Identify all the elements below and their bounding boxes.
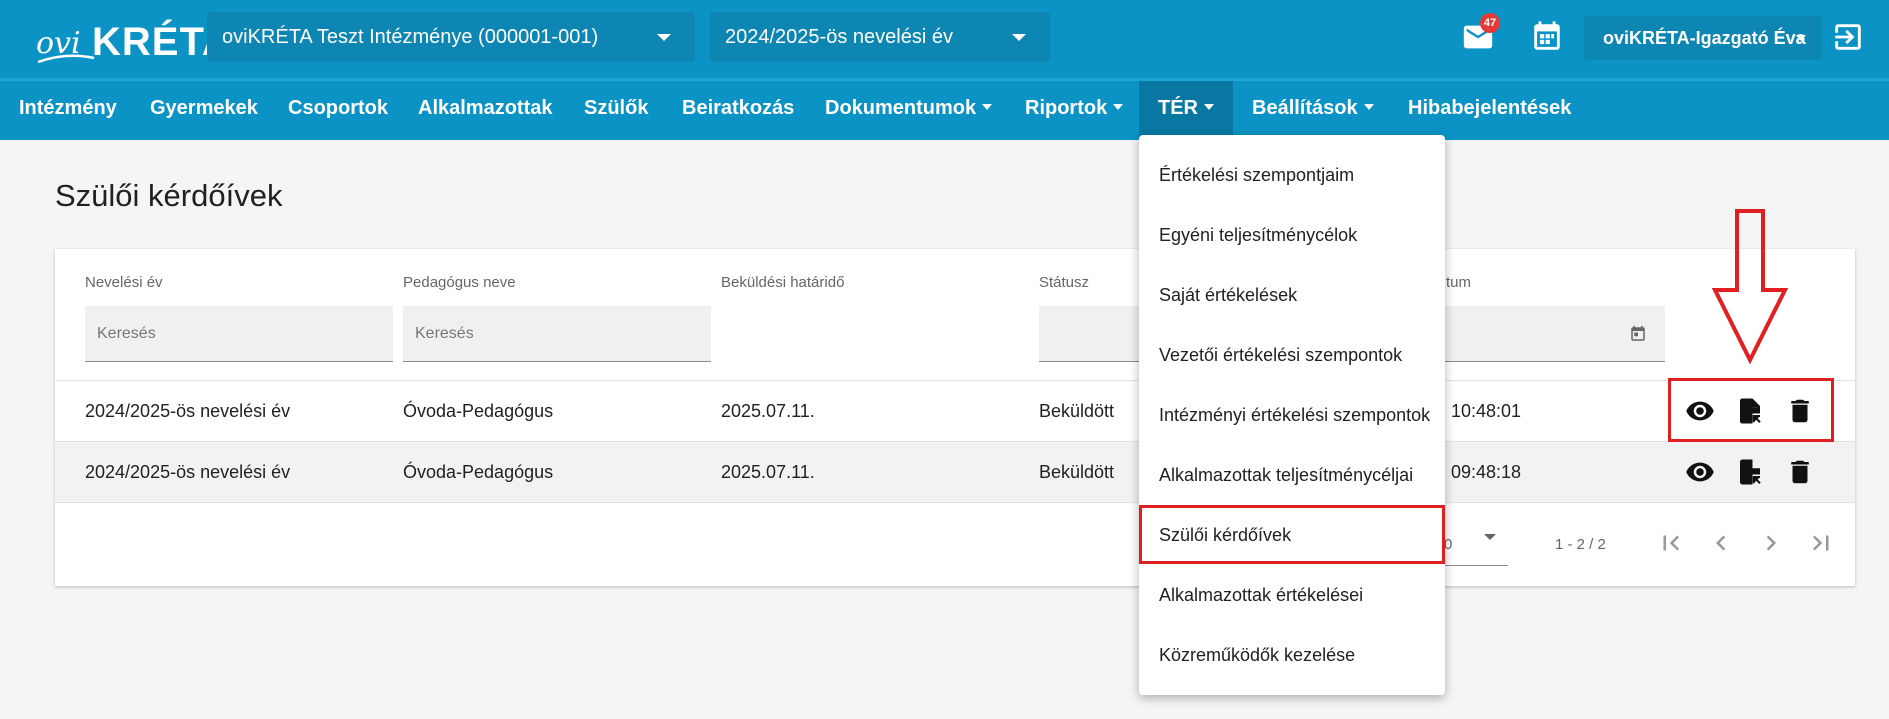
caret-down-icon bbox=[1204, 103, 1214, 110]
caret-down-icon bbox=[1113, 103, 1124, 110]
page-size-select[interactable]: 0 bbox=[1440, 512, 1508, 566]
caret-down-icon bbox=[1363, 103, 1374, 110]
cell-status: Beküldött bbox=[1039, 462, 1115, 482]
nav-item-alkalmazottak[interactable]: Alkalmazottak bbox=[418, 81, 553, 140]
last-page-icon[interactable] bbox=[1806, 528, 1836, 558]
cell-date: . 09:48:18 bbox=[1441, 462, 1522, 482]
nav-label: Hibabejelentések bbox=[1408, 97, 1572, 119]
nav-label: Dokumentumok bbox=[825, 97, 977, 119]
nav-label: Intézmény bbox=[19, 97, 117, 119]
highlight-box-row-actions bbox=[1668, 378, 1834, 442]
menu-item-sajat-ertekelesek[interactable]: Saját értékelések bbox=[1159, 285, 1297, 306]
calendar-icon[interactable] bbox=[1629, 325, 1647, 343]
column-header-year[interactable]: Nevelési év bbox=[85, 274, 163, 291]
table-row[interactable]: 2024/2025-ös nevelési év Óvoda-Pedagógus… bbox=[55, 442, 1855, 502]
previous-page-icon[interactable] bbox=[1706, 528, 1736, 558]
chevron-down-icon bbox=[657, 34, 671, 41]
user-name: oviKRÉTA-Igazgató Éva bbox=[1603, 28, 1806, 48]
chevron-down-icon bbox=[1012, 34, 1026, 41]
column-header-status[interactable]: Státusz bbox=[1039, 274, 1089, 291]
nav-label: Beiratkozás bbox=[682, 97, 795, 119]
menu-item-ertekelesi-szempontjaim[interactable]: Értékelési szempontjaim bbox=[1159, 165, 1354, 186]
first-page-icon[interactable] bbox=[1656, 528, 1686, 558]
column-header-date[interactable]: tum bbox=[1446, 274, 1471, 291]
nav-item-csoportok[interactable]: Csoportok bbox=[288, 81, 388, 140]
page-range: 1 - 2 / 2 bbox=[1555, 536, 1606, 553]
table-row[interactable]: 2024/2025-ös nevelési év Óvoda-Pedagógus… bbox=[55, 381, 1855, 441]
nav-item-riportok[interactable]: Riportok bbox=[1025, 81, 1124, 140]
logout-icon[interactable] bbox=[1831, 20, 1865, 54]
nav-label: Beállítások bbox=[1252, 97, 1358, 119]
year-search-input[interactable]: Keresés bbox=[85, 306, 393, 362]
file-export-icon[interactable] bbox=[1735, 457, 1765, 487]
nav-label: Gyermekek bbox=[150, 97, 258, 119]
cell-teacher: Óvoda-Pedagógus bbox=[403, 462, 554, 482]
main-nav: Intézmény Gyermekek Csoportok Alkalmazot… bbox=[0, 78, 1889, 140]
user-menu[interactable]: oviKRÉTA-Igazgató Éva bbox=[1584, 16, 1822, 60]
cell-status: Beküldött bbox=[1039, 401, 1115, 421]
divider bbox=[55, 502, 1855, 503]
column-header-teacher[interactable]: Pedagógus neve bbox=[403, 274, 516, 291]
year-select-value: 2024/2025-ös nevelési év bbox=[725, 26, 953, 48]
cell-date: . 10:48:01 bbox=[1441, 401, 1522, 421]
delete-icon[interactable] bbox=[1785, 457, 1815, 487]
page-title: Szülői kérdőívek bbox=[55, 178, 283, 213]
nav-label: Riportok bbox=[1025, 97, 1108, 119]
year-select[interactable]: 2024/2025-ös nevelési év bbox=[710, 12, 1050, 62]
status-filter-select[interactable] bbox=[1039, 306, 1149, 362]
menu-item-egyeni-teljesitmenycelok[interactable]: Egyéni teljesítménycélok bbox=[1159, 225, 1357, 246]
cell-deadline: 2025.07.11. bbox=[721, 401, 815, 421]
nav-item-gyermekek[interactable]: Gyermekek bbox=[150, 81, 258, 140]
nav-item-beallitasok[interactable]: Beállítások bbox=[1252, 81, 1374, 140]
logo-swoosh-icon bbox=[37, 54, 95, 64]
cell-year: 2024/2025-ös nevelési év bbox=[85, 462, 291, 482]
teacher-search-input[interactable]: Keresés bbox=[403, 306, 711, 362]
nav-item-dokumentumok[interactable]: Dokumentumok bbox=[825, 81, 993, 140]
page-size-value: 0 bbox=[1444, 536, 1453, 553]
notification-badge: 47 bbox=[1480, 13, 1500, 33]
next-page-icon[interactable] bbox=[1756, 528, 1786, 558]
nav-label: Csoportok bbox=[288, 97, 388, 119]
app-logo[interactable]: ovi KRÉTA bbox=[36, 8, 231, 70]
chevron-down-icon bbox=[1796, 35, 1806, 41]
menu-item-kozremukodok-kezelese[interactable]: Közreműködők kezelése bbox=[1159, 645, 1355, 666]
menu-item-alkalmazottak-teljesitmenycéljai[interactable]: Alkalmazottak teljesítménycéljai bbox=[1159, 465, 1413, 486]
cell-deadline: 2025.07.11. bbox=[721, 462, 815, 482]
eye-icon[interactable] bbox=[1685, 457, 1715, 487]
institution-select-value: oviKRÉTA Teszt Intézménye (000001-001) bbox=[222, 26, 599, 48]
ter-dropdown-menu: Értékelési szempontjaim Egyéni teljesítm… bbox=[1139, 135, 1445, 695]
nav-item-intezmeny[interactable]: Intézmény bbox=[19, 81, 117, 140]
nav-item-hibabejelentesek[interactable]: Hibabejelentések bbox=[1408, 81, 1571, 140]
calendar-icon[interactable] bbox=[1530, 20, 1564, 54]
annotation-arrow-down-icon bbox=[1712, 209, 1788, 364]
menu-item-vezetoi-ertekelesi-szempontok[interactable]: Vezetői értékelési szempontok bbox=[1159, 345, 1402, 366]
date-filter-input[interactable] bbox=[1440, 306, 1665, 362]
caret-down-icon bbox=[982, 103, 993, 110]
nav-label: TÉR bbox=[1158, 97, 1198, 119]
menu-item-intezmenyi-ertekelesi-szempontok[interactable]: Intézményi értékelési szempontok bbox=[1159, 405, 1430, 426]
cell-teacher: Óvoda-Pedagógus bbox=[403, 401, 554, 421]
column-header-deadline[interactable]: Beküldési határidő bbox=[721, 274, 844, 291]
nav-item-szulok[interactable]: Szülők bbox=[584, 81, 648, 140]
menu-item-alkalmazottak-ertekelesei[interactable]: Alkalmazottak értékelései bbox=[1159, 585, 1363, 606]
nav-label: Szülők bbox=[584, 97, 649, 119]
nav-label: Alkalmazottak bbox=[418, 97, 553, 119]
nav-item-ter[interactable]: TÉR bbox=[1139, 81, 1233, 140]
institution-select[interactable]: oviKRÉTA Teszt Intézménye (000001-001) bbox=[207, 12, 695, 62]
highlight-box-menu-item bbox=[1139, 505, 1445, 564]
caret-down-icon bbox=[1484, 534, 1496, 540]
nav-item-beiratkozas[interactable]: Beiratkozás bbox=[682, 81, 794, 140]
cell-year: 2024/2025-ös nevelési év bbox=[85, 401, 291, 421]
